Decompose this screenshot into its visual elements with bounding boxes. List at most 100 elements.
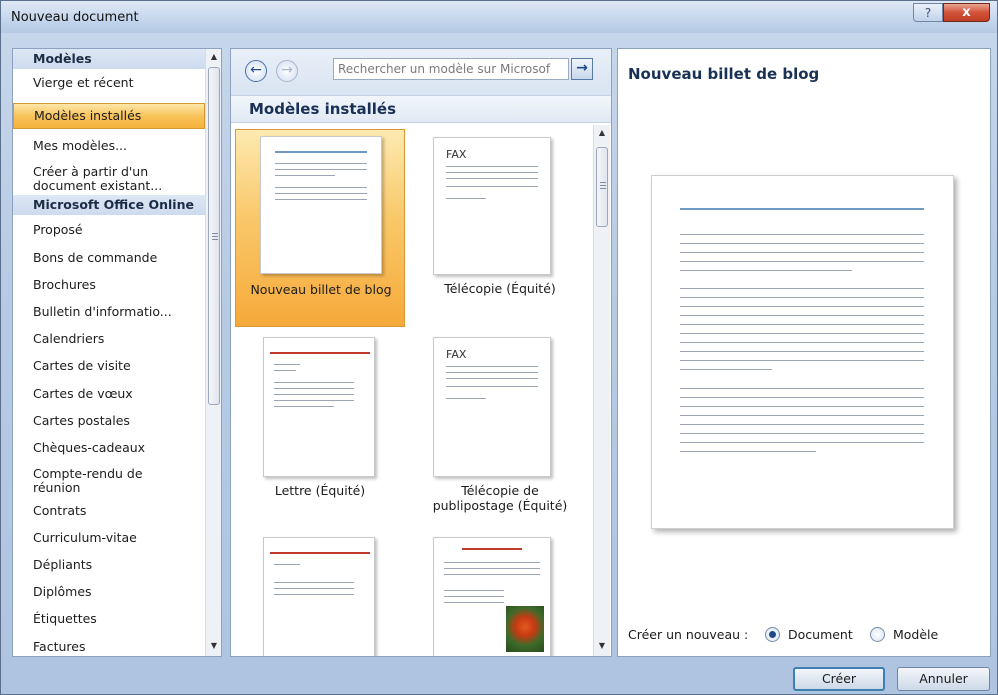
preview-line <box>680 451 816 452</box>
preview-line <box>680 397 924 398</box>
scroll-down-arrow-icon[interactable]: ▼ <box>594 638 610 654</box>
thumb-line <box>444 574 540 575</box>
category-brochures[interactable]: Brochures <box>13 278 205 292</box>
thumb-line <box>275 175 335 176</box>
create-button[interactable]: Créer <box>793 667 885 691</box>
thumb-line <box>444 568 540 569</box>
category-labels[interactable]: Étiquettes <box>13 612 205 626</box>
thumb-line <box>446 172 538 173</box>
category-featured[interactable]: Proposé <box>13 223 205 237</box>
thumb-line <box>275 169 367 170</box>
thumb-line <box>275 193 367 194</box>
template-radio[interactable] <box>870 627 885 642</box>
preview-line <box>680 252 924 253</box>
thumb-line <box>446 198 486 199</box>
template-tile-newsletter-partial[interactable] <box>415 533 585 656</box>
template-tile-blog-post[interactable]: Nouveau billet de blog <box>235 129 405 327</box>
preview-panel: Nouveau billet de blog Créer un nouveau … <box>617 48 991 657</box>
document-radio-label[interactable]: Document <box>788 627 853 642</box>
letter-thumbnail <box>263 337 375 477</box>
thumb-line <box>270 352 370 354</box>
category-invoices[interactable]: Factures <box>13 640 205 654</box>
thumb-line <box>462 548 522 550</box>
category-scrollbar[interactable]: ▲ ▼ <box>205 49 221 656</box>
grip-icon <box>600 182 606 183</box>
template-label: Lettre (Équité) <box>274 483 366 498</box>
template-scrollbar[interactable]: ▲ ▼ <box>593 125 610 656</box>
category-business-cards[interactable]: Cartes de visite <box>13 359 205 373</box>
thumb-line <box>446 366 538 367</box>
preview-line <box>680 388 924 389</box>
category-purchase-orders[interactable]: Bons de commande <box>13 251 205 265</box>
search-go-arrow-icon[interactable]: → <box>571 58 593 80</box>
scrollbar-thumb[interactable] <box>596 147 608 227</box>
category-resumes[interactable]: Curriculum-vitae <box>13 531 205 545</box>
category-meeting-minutes[interactable]: Compte-rendu de réunion <box>13 467 183 495</box>
preview-document <box>651 175 954 529</box>
scroll-up-arrow-icon[interactable]: ▲ <box>594 125 610 141</box>
template-radio-label[interactable]: Modèle <box>893 627 938 642</box>
document-radio[interactable] <box>765 627 780 642</box>
preview-line <box>680 243 924 244</box>
template-tile-letter-partial[interactable] <box>235 533 405 656</box>
thumb-line <box>274 388 354 389</box>
help-button[interactable]: ? <box>913 3 943 22</box>
category-header-models: Modèles <box>13 49 205 69</box>
category-from-existing[interactable]: Créer à partir d'un document existant... <box>13 165 193 193</box>
thumb-line <box>270 552 370 554</box>
scroll-up-arrow-icon[interactable]: ▲ <box>206 49 221 65</box>
thumb-line <box>274 406 334 407</box>
category-contracts[interactable]: Contrats <box>13 504 205 518</box>
thumb-line <box>275 151 367 153</box>
category-panel: Modèles Vierge et récent Modèles install… <box>12 48 222 657</box>
preview-title: Nouveau billet de blog <box>628 65 820 83</box>
thumb-line <box>444 602 504 603</box>
template-tile-fax-mailing-equity[interactable]: FAX Télécopie de publipostage (Équité) <box>415 333 585 513</box>
category-gift-certificates[interactable]: Chèques-cadeaux <box>13 441 205 455</box>
thumb-line <box>274 594 354 595</box>
thumb-line <box>446 186 538 187</box>
section-title: Modèles installés <box>231 95 611 123</box>
thumb-line <box>444 590 504 591</box>
category-blank-recent[interactable]: Vierge et récent <box>13 76 205 90</box>
category-my-templates[interactable]: Mes modèles... <box>13 139 205 153</box>
flower-photo-icon <box>506 606 544 652</box>
create-new-label: Créer un nouveau : <box>628 627 749 642</box>
category-flyers[interactable]: Dépliants <box>13 558 205 572</box>
thumb-line <box>446 166 538 167</box>
category-diplomas[interactable]: Diplômes <box>13 585 205 599</box>
close-button[interactable]: x <box>943 3 990 22</box>
template-tile-letter-equity[interactable]: Lettre (Équité) <box>235 333 405 513</box>
preview-line <box>680 333 924 334</box>
fax-mailing-thumbnail: FAX <box>433 337 551 477</box>
thumb-line <box>444 596 504 597</box>
template-label: Nouveau billet de blog <box>250 282 392 297</box>
category-installed-templates[interactable]: Modèles installés <box>13 103 205 129</box>
dialog-title: Nouveau document <box>11 10 139 25</box>
thumb-line <box>274 588 354 589</box>
scrollbar-thumb[interactable] <box>208 67 220 405</box>
grip-icon <box>212 236 218 237</box>
cancel-button[interactable]: Annuler <box>897 667 990 691</box>
category-calendars[interactable]: Calendriers <box>13 332 205 346</box>
thumb-line <box>274 564 300 565</box>
category-newsletters[interactable]: Bulletin d'informatio... <box>13 305 205 319</box>
preview-line <box>680 306 924 307</box>
thumb-line <box>446 178 538 179</box>
preview-line <box>680 234 924 235</box>
title-bar: Nouveau document ? x <box>1 1 997 33</box>
back-arrow-icon[interactable]: ← <box>245 60 267 82</box>
radio-selected-dot <box>769 631 776 638</box>
preview-line <box>680 261 924 262</box>
template-tile-fax-equity[interactable]: FAX Télécopie (Équité) <box>415 129 585 327</box>
fax-thumbnail: FAX <box>433 137 551 275</box>
preview-line <box>680 288 924 289</box>
preview-line <box>680 270 852 271</box>
category-postcards[interactable]: Cartes postales <box>13 414 205 428</box>
thumb-line <box>274 582 354 583</box>
forward-arrow-icon[interactable]: → <box>276 60 298 82</box>
template-search-input[interactable]: Rechercher un modèle sur Microsof <box>333 58 569 80</box>
thumb-line <box>446 386 538 387</box>
scroll-down-arrow-icon[interactable]: ▼ <box>206 638 221 654</box>
category-greeting-cards[interactable]: Cartes de vœux <box>13 387 205 401</box>
